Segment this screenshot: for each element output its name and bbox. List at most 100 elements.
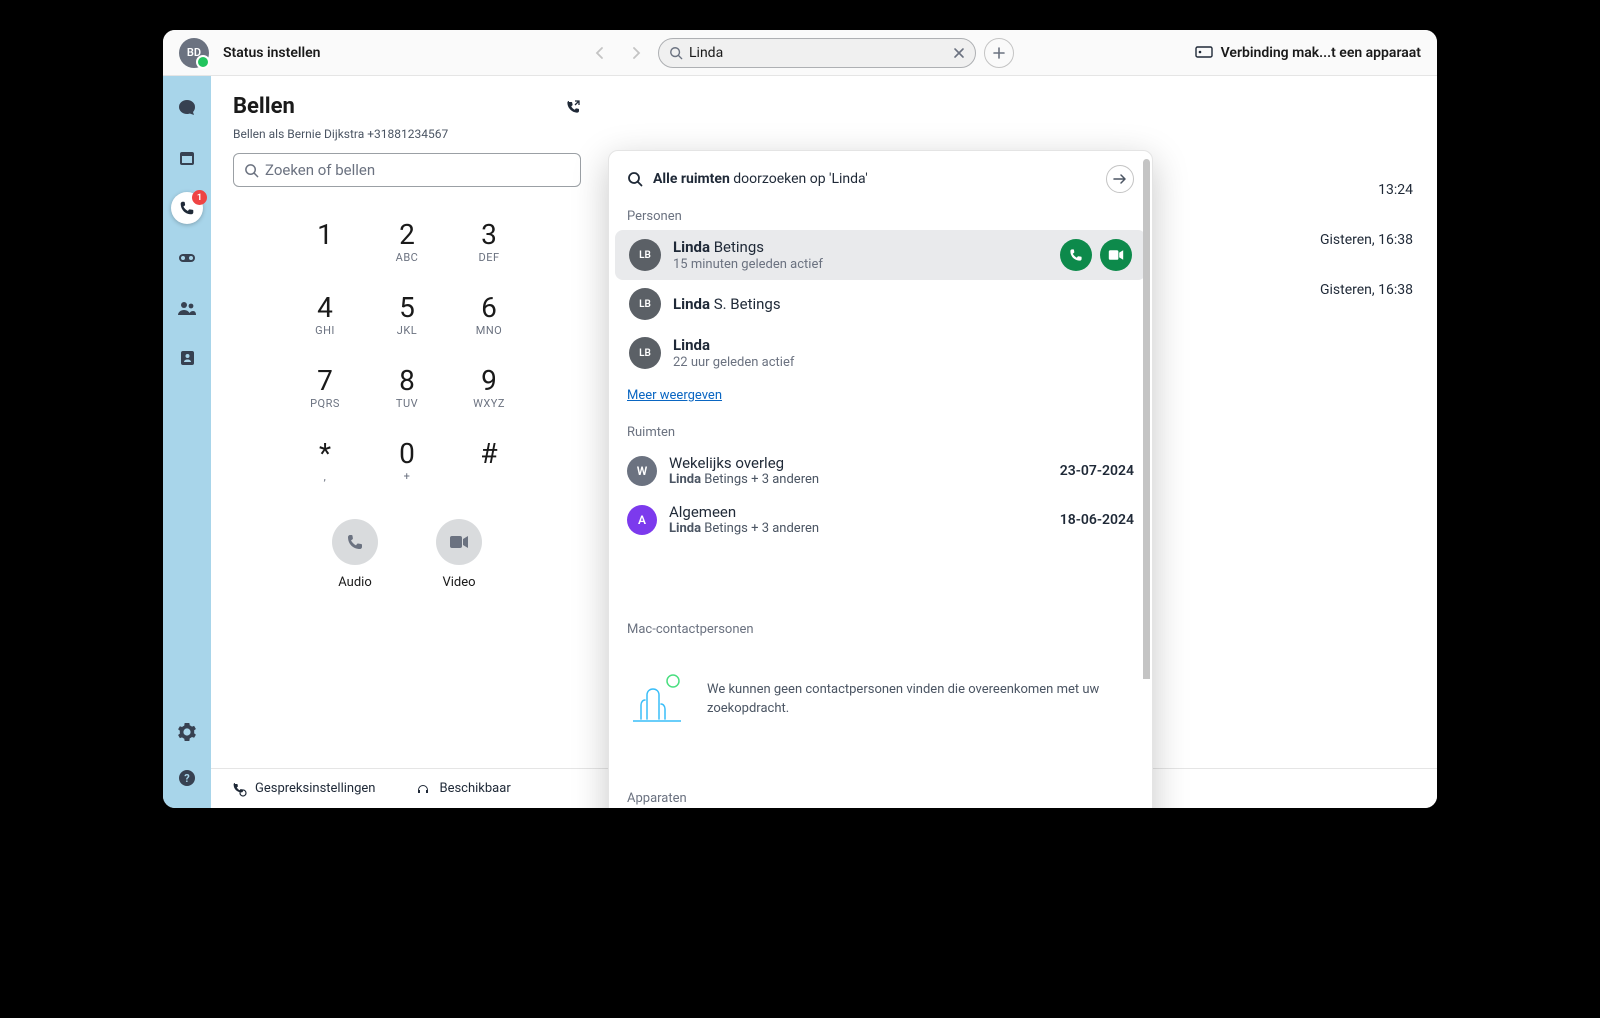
panel-subtitle: Bellen als Bernie Dijkstra +31881234567 (233, 127, 581, 141)
nav-sidebar: 1 ? (163, 76, 211, 808)
section-people-label: Personen (609, 201, 1152, 230)
avatar: LB (629, 337, 661, 369)
dialpad-key-3[interactable]: 3DEF (454, 221, 524, 264)
nav-contacts[interactable] (171, 342, 203, 374)
dialpad-key-1[interactable]: 1 (290, 221, 360, 264)
dialpad-key-#[interactable]: # (454, 440, 524, 483)
avatar: LB (629, 288, 661, 320)
outgoing-call-icon[interactable] (565, 99, 581, 115)
recent-timestamps: 13:24 Gisteren, 16:38 Gisteren, 16:38 (1320, 182, 1413, 298)
video-label: Video (442, 575, 475, 590)
dial-search[interactable]: Zoeken of bellen (233, 153, 581, 187)
call-panel: Bellen Bellen als Bernie Dijkstra +31881… (211, 76, 601, 808)
dialpad-key-0[interactable]: 0+ (372, 440, 442, 483)
section-mac-contacts-label: Mac-contactpersonen (609, 614, 1152, 643)
calling-badge: 1 (192, 190, 207, 205)
set-status-button[interactable]: Status instellen (223, 45, 320, 61)
dialpad-key-4[interactable]: 4GHI (290, 294, 360, 337)
room-avatar: A (627, 505, 657, 535)
audio-call-button[interactable] (1060, 239, 1092, 271)
scrollbar[interactable] (1143, 159, 1150, 808)
person-result[interactable]: LB Linda22 uur geleden actief (615, 328, 1146, 378)
chevron-left-icon (594, 46, 606, 60)
global-search[interactable] (658, 38, 976, 68)
calendar-icon (178, 149, 196, 167)
phone-icon (345, 532, 365, 552)
avatar: LB (629, 239, 661, 271)
help-icon: ? (178, 769, 196, 787)
gear-icon (178, 723, 196, 741)
connect-device-button[interactable]: Verbinding mak...t een apparaat (1195, 45, 1421, 61)
headset-icon (415, 781, 431, 797)
audio-label: Audio (338, 575, 371, 590)
room-result[interactable]: W Wekelijks overlegLinda Betings + 3 and… (609, 446, 1152, 495)
call-settings-label: Gespreksinstellingen (255, 781, 375, 796)
nav-back-button[interactable] (586, 39, 614, 67)
nav-messages[interactable] (171, 92, 203, 124)
video-call-button[interactable]: Video (436, 519, 482, 590)
x-icon (953, 47, 965, 59)
device-icon (1195, 46, 1213, 60)
room-date: 23-07-2024 (1060, 463, 1134, 479)
section-devices-label: Apparaten (609, 783, 1152, 808)
show-more-link[interactable]: Meer weergeven (627, 388, 722, 403)
dialpad-key-*[interactable]: *, (290, 440, 360, 483)
recent-time: Gisteren, 16:38 (1320, 232, 1413, 248)
search-all-rooms[interactable]: Alle ruimten doorzoeken op 'Linda' (653, 171, 868, 187)
connect-device-label: Verbinding mak...t een apparaat (1221, 45, 1421, 61)
nav-calling[interactable]: 1 (171, 192, 203, 224)
nav-forward-button[interactable] (622, 39, 650, 67)
availability-button[interactable]: Beschikbaar (415, 781, 510, 797)
nav-help[interactable]: ? (171, 762, 203, 794)
search-icon (669, 46, 683, 60)
room-result[interactable]: A AlgemeenLinda Betings + 3 anderen 18-0… (609, 495, 1152, 544)
nav-calendar[interactable] (171, 142, 203, 174)
plus-icon (992, 46, 1006, 60)
phone-gear-icon (231, 781, 247, 797)
voicemail-icon (177, 252, 197, 264)
chevron-right-icon (630, 46, 642, 60)
clear-search-button[interactable] (953, 47, 965, 59)
search-results-popover: Alle ruimten doorzoeken op 'Linda' Perso… (608, 150, 1153, 808)
person-result[interactable]: LB Linda Betings15 minuten geleden actie… (615, 230, 1146, 280)
chat-bubble-icon (177, 98, 197, 118)
room-date: 18-06-2024 (1060, 512, 1134, 528)
user-avatar[interactable]: BD (179, 38, 209, 68)
room-avatar: W (627, 456, 657, 486)
body: 1 ? Bellen (163, 76, 1437, 808)
audio-call-button[interactable]: Audio (332, 519, 378, 590)
app-window: BD Status instellen Verbinding mak.. (163, 30, 1437, 808)
search-input[interactable] (683, 45, 953, 61)
empty-text: We kunnen geen contactpersonen vinden di… (707, 680, 1134, 719)
dialpad-key-7[interactable]: 7PQRS (290, 367, 360, 410)
people-icon (177, 300, 197, 316)
svg-text:?: ? (184, 772, 190, 785)
recent-time: Gisteren, 16:38 (1320, 282, 1413, 298)
dialpad-key-6[interactable]: 6MNO (454, 294, 524, 337)
dialpad-key-8[interactable]: 8TUV (372, 367, 442, 410)
dialpad-key-5[interactable]: 5JKL (372, 294, 442, 337)
add-button[interactable] (984, 38, 1014, 68)
nav-teams[interactable] (171, 292, 203, 324)
dialpad: 1 2ABC 3DEF 4GHI 5JKL 6MNO 7PQRS 8TUV 9WXYZ *, 0+ # (233, 221, 581, 483)
call-settings-button[interactable]: Gespreksinstellingen (231, 781, 375, 797)
availability-label: Beschikbaar (439, 781, 510, 796)
nav-settings[interactable] (171, 716, 203, 748)
section-rooms-label: Ruimten (609, 417, 1152, 446)
contact-card-icon (178, 349, 196, 367)
dialpad-key-9[interactable]: 9WXYZ (454, 367, 524, 410)
nav-voicemail[interactable] (171, 242, 203, 274)
titlebar: BD Status instellen Verbinding mak.. (163, 30, 1437, 76)
dialpad-key-2[interactable]: 2ABC (372, 221, 442, 264)
video-icon (449, 535, 469, 549)
titlebar-center (586, 38, 1014, 68)
video-call-button[interactable] (1100, 239, 1132, 271)
search-icon (244, 163, 259, 178)
recent-time: 13:24 (1378, 182, 1413, 198)
person-result[interactable]: LB Linda S. Betings (615, 280, 1146, 328)
cactus-icon (627, 673, 687, 725)
arrow-right-icon (1113, 173, 1127, 185)
dial-search-placeholder: Zoeken of bellen (265, 161, 375, 179)
go-button[interactable] (1106, 165, 1134, 193)
panel-title: Bellen (233, 94, 295, 119)
